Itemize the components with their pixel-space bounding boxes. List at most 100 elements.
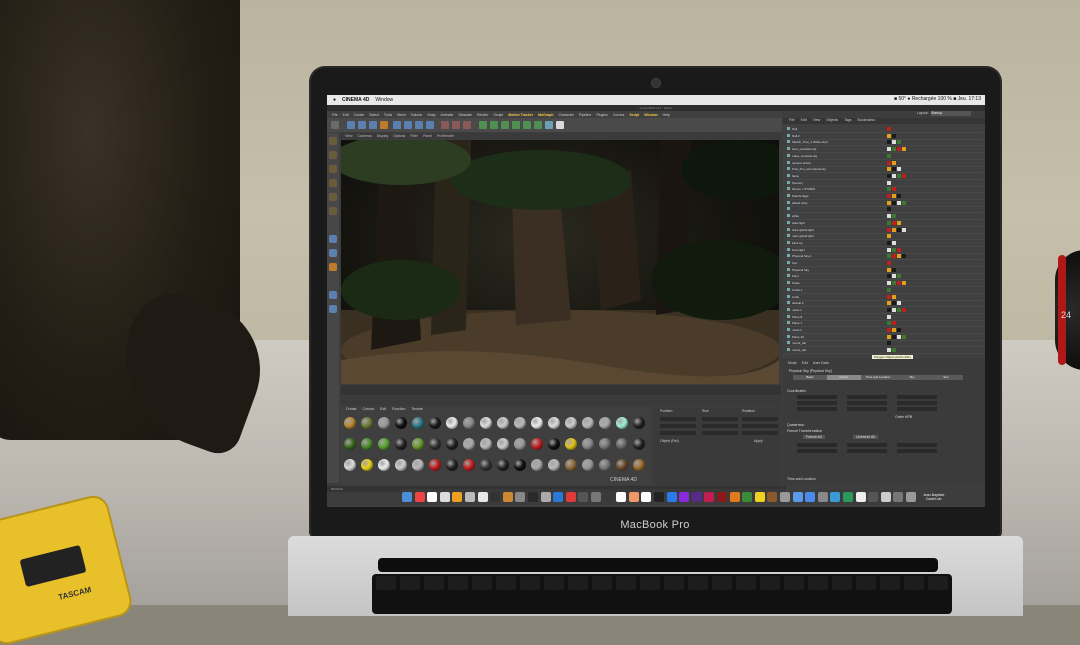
material-swatch[interactable] <box>412 459 424 471</box>
material-swatch[interactable] <box>514 459 526 471</box>
menubar-window[interactable]: Window <box>375 97 393 103</box>
dock-app-icon[interactable] <box>641 492 652 502</box>
tweak-mode-icon[interactable] <box>329 249 337 257</box>
coord-mode-select[interactable]: Object (Rel) <box>660 439 679 443</box>
polygons-mode-icon[interactable] <box>329 207 337 215</box>
material-swatch[interactable] <box>633 459 645 471</box>
dock-app-icon[interactable] <box>767 492 778 502</box>
material-tag-icon[interactable] <box>887 334 891 339</box>
keyboard-key[interactable] <box>760 576 780 590</box>
material-swatch[interactable] <box>446 438 458 450</box>
material-tag-icon[interactable] <box>892 328 896 332</box>
material-tag-icon[interactable] <box>887 180 891 185</box>
material-tag-icon[interactable] <box>887 127 891 131</box>
material-swatch[interactable] <box>412 417 424 429</box>
material-tag-icon[interactable] <box>887 133 891 138</box>
dock-app-icon[interactable] <box>780 492 790 502</box>
material-tag-icon[interactable] <box>902 227 906 232</box>
material-tag-icon[interactable] <box>887 341 891 346</box>
live-select-icon[interactable] <box>380 121 388 129</box>
keyboard-key[interactable] <box>832 576 852 590</box>
object-row[interactable]: mount_tail <box>787 347 983 355</box>
material-menu-texture[interactable]: Texture <box>411 407 422 413</box>
menu-help[interactable]: Help <box>663 113 670 117</box>
light-icon[interactable] <box>556 121 564 129</box>
material-swatch[interactable] <box>378 459 390 471</box>
attr-bar-coord[interactable]: Coord. <box>827 375 861 380</box>
material-tag-icon[interactable] <box>897 334 901 339</box>
material-swatch[interactable] <box>344 438 356 450</box>
y-axis-icon[interactable] <box>404 121 412 129</box>
material-swatch[interactable] <box>582 459 594 471</box>
attr-bar-sky[interactable]: Sky <box>895 375 929 380</box>
dock-app-icon[interactable] <box>754 492 765 502</box>
obj-tab-bookmarks[interactable]: Bookmarks <box>857 118 875 124</box>
rotate-tool-icon[interactable] <box>369 121 377 129</box>
render-view-icon[interactable] <box>441 121 449 129</box>
attr-field[interactable] <box>797 407 837 411</box>
material-tag-icon[interactable] <box>892 294 896 299</box>
attr-field[interactable] <box>847 449 887 453</box>
material-swatch[interactable] <box>463 417 475 429</box>
material-tag-icon[interactable] <box>887 274 891 279</box>
material-tag-icon[interactable] <box>887 214 891 219</box>
material-swatch[interactable] <box>480 417 492 429</box>
attr-bar-sun[interactable]: Sun <box>929 375 963 380</box>
menu-sculpt[interactable]: Sculpt <box>493 113 503 117</box>
material-swatch[interactable] <box>599 438 611 450</box>
material-swatch[interactable] <box>599 417 611 429</box>
material-swatch[interactable] <box>361 438 373 450</box>
attr-tab-mode[interactable]: Mode <box>788 361 797 365</box>
keyboard-key[interactable] <box>688 576 708 590</box>
attr-bar-time[interactable]: Time and Location <box>861 375 895 380</box>
keyboard-key[interactable] <box>928 576 948 590</box>
unfreeze-all-button[interactable]: Unfreeze All <box>853 435 878 439</box>
render-picture-icon[interactable] <box>452 121 460 129</box>
material-swatch[interactable] <box>480 459 492 471</box>
material-swatch[interactable] <box>565 459 577 471</box>
material-swatch[interactable] <box>633 417 645 429</box>
attr-field[interactable] <box>847 395 887 399</box>
material-swatch[interactable] <box>463 459 475 471</box>
menu-plugins[interactable]: Plugins <box>596 113 607 117</box>
material-swatch[interactable] <box>361 459 373 471</box>
coord-field[interactable] <box>660 431 696 435</box>
material-tag-icon[interactable] <box>887 240 891 245</box>
keyboard-key[interactable] <box>904 576 924 590</box>
obj-tab-edit[interactable]: Edit <box>801 118 807 124</box>
material-tag-icon[interactable] <box>897 281 901 286</box>
edges-mode-icon[interactable] <box>329 193 337 201</box>
dock-app-icon[interactable] <box>414 492 425 502</box>
menu-pipeline[interactable]: Pipeline <box>579 113 591 117</box>
array-icon[interactable] <box>512 121 520 129</box>
keyboard-key[interactable] <box>520 576 540 590</box>
material-swatch[interactable] <box>531 459 543 471</box>
material-tag-icon[interactable] <box>892 348 896 353</box>
menu-character[interactable]: Character <box>559 113 574 117</box>
material-tag-icon[interactable] <box>892 173 896 178</box>
dock-app-icon[interactable] <box>578 492 589 502</box>
menu-mesh[interactable]: Mesh <box>397 113 406 117</box>
material-swatch[interactable] <box>514 417 526 429</box>
coord-system-icon[interactable] <box>426 121 434 129</box>
material-swatch[interactable] <box>548 417 560 429</box>
environment-icon[interactable] <box>534 121 542 129</box>
attr-section-time[interactable]: Time and Location <box>787 477 816 481</box>
render-settings-icon[interactable] <box>463 121 471 129</box>
material-tag-icon[interactable] <box>902 173 906 178</box>
material-swatch[interactable] <box>548 438 560 450</box>
workplane-icon[interactable] <box>329 291 337 299</box>
dock-app-icon[interactable] <box>843 492 853 502</box>
viewport-menu-prorender[interactable]: ProRender <box>437 134 454 138</box>
viewport-menu-options[interactable]: Options <box>393 134 405 138</box>
menu-create[interactable]: Create <box>354 113 365 117</box>
material-tag-icon[interactable] <box>887 227 891 232</box>
keyboard-key[interactable] <box>712 576 732 590</box>
material-tag-icon[interactable] <box>897 167 901 172</box>
material-tag-icon[interactable] <box>892 220 896 225</box>
material-tag-icon[interactable] <box>887 207 891 212</box>
material-tag-icon[interactable] <box>897 220 901 225</box>
material-tag-icon[interactable] <box>897 200 901 205</box>
material-swatch[interactable] <box>582 438 594 450</box>
dock-app-icon[interactable] <box>855 492 866 502</box>
